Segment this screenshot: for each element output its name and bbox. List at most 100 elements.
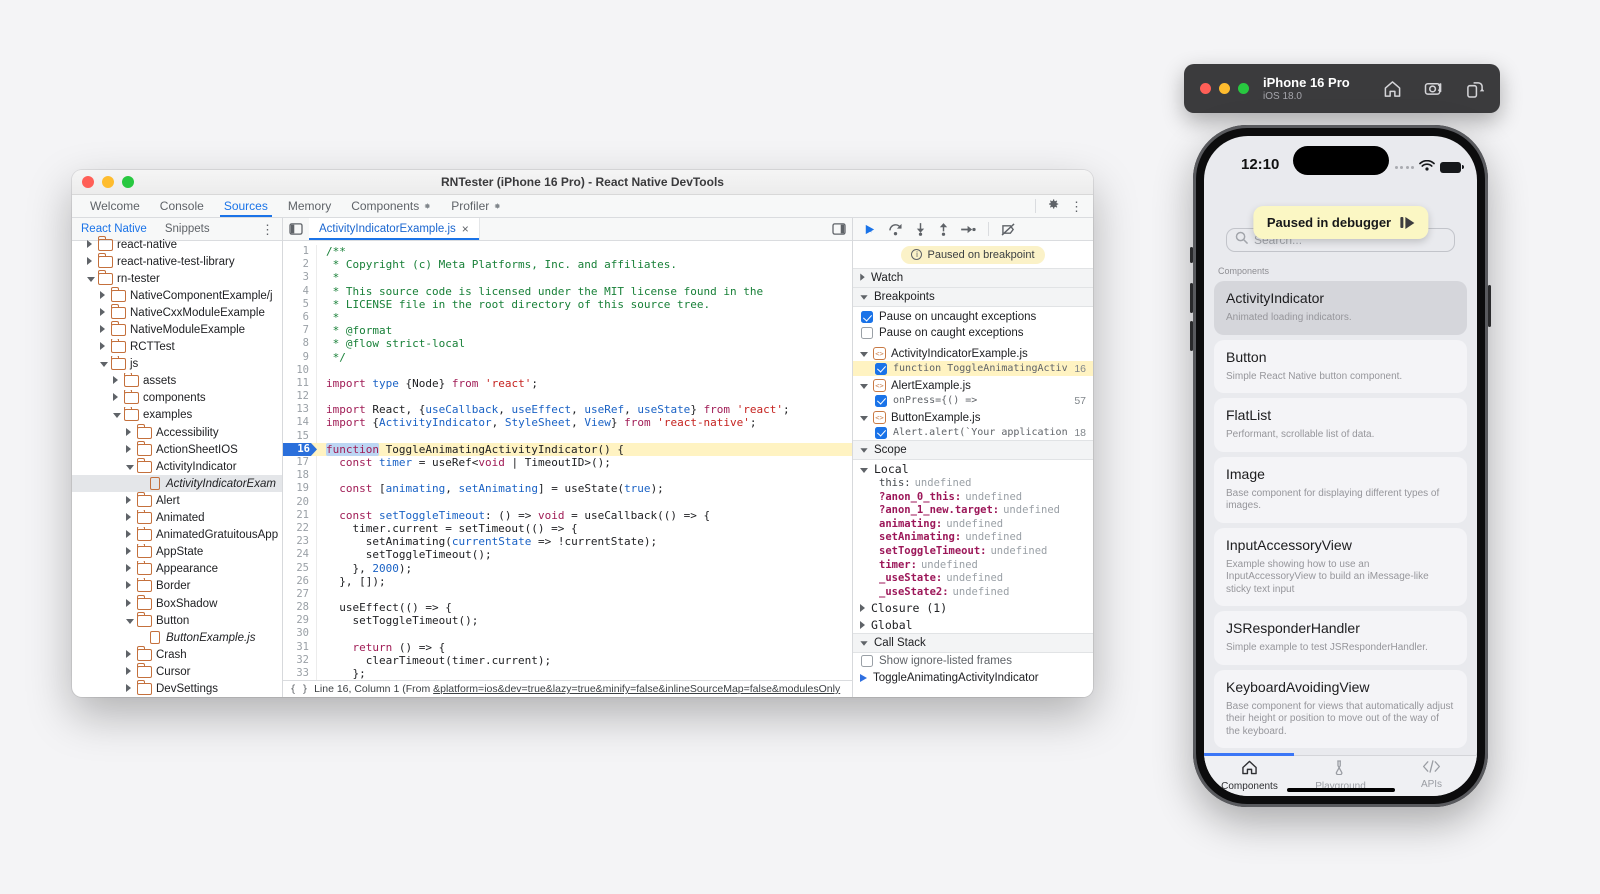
deactivate-breakpoints-icon[interactable]	[1001, 223, 1016, 236]
checkbox-checked[interactable]	[861, 311, 873, 323]
component-card-inputaccessoryview[interactable]: InputAccessoryViewExample showing how to…	[1214, 528, 1467, 607]
line-number[interactable]: 4	[283, 285, 317, 298]
tree-folder-alert[interactable]: Alert	[72, 492, 282, 509]
component-card-button[interactable]: ButtonSimple React Native button compone…	[1214, 340, 1467, 394]
settings-gear-icon[interactable]	[1046, 197, 1060, 216]
tree-folder-js[interactable]: js	[72, 356, 282, 373]
line-number[interactable]: 26	[283, 575, 317, 588]
devtools-tab-profiler[interactable]: Profiler	[441, 195, 511, 217]
line-number[interactable]: 22	[283, 522, 317, 535]
scope-closure-row[interactable]: Closure (1)	[853, 599, 1093, 616]
line-number[interactable]: 23	[283, 535, 317, 548]
resume-script-icon[interactable]	[863, 223, 876, 236]
checkbox-unchecked[interactable]	[861, 655, 873, 667]
step-icon[interactable]	[961, 224, 976, 235]
callstack-section-header[interactable]: Call Stack	[853, 633, 1093, 653]
watch-section-header[interactable]: Watch	[853, 268, 1093, 288]
breakpoint-option[interactable]: Pause on caught exceptions	[853, 325, 1093, 341]
line-number[interactable]: 28	[283, 601, 317, 614]
devtools-tab-sources[interactable]: Sources	[214, 195, 278, 217]
callstack-frame[interactable]: ToggleAnimatingActivityIndicator	[853, 669, 1093, 687]
close-file-tab-icon[interactable]: ×	[462, 222, 469, 236]
tree-folder-react-native[interactable]: react-native	[72, 236, 282, 253]
more-options-icon[interactable]: ⋮	[1070, 200, 1083, 213]
line-number[interactable]: 15	[283, 430, 317, 443]
line-number[interactable]: 24	[283, 548, 317, 561]
breakpoint-entry[interactable]: Alert.alert(`Your application…18	[853, 425, 1093, 440]
line-number[interactable]: 19	[283, 482, 317, 495]
scope-variable[interactable]: _useState:undefined	[853, 572, 1093, 586]
line-number[interactable]: 12	[283, 390, 317, 403]
tree-folder-react-native-test-library[interactable]: react-native-test-library	[72, 253, 282, 270]
sidebar-tab-snippets[interactable]: Snippets	[156, 223, 219, 235]
tree-folder-accessibility[interactable]: Accessibility	[72, 424, 282, 441]
home-button-icon[interactable]	[1383, 80, 1402, 98]
show-ignore-listed-frames-option[interactable]: Show ignore-listed frames	[853, 653, 1093, 669]
component-card-image[interactable]: ImageBase component for displaying diffe…	[1214, 457, 1467, 523]
line-number[interactable]: 5	[283, 298, 317, 311]
tree-folder-devsettings[interactable]: DevSettings	[72, 680, 282, 697]
tab-components[interactable]: Components	[1204, 760, 1295, 792]
line-number[interactable]: 10	[283, 364, 317, 377]
scope-variable[interactable]: timer:undefined	[853, 559, 1093, 573]
line-number[interactable]: 9	[283, 351, 317, 364]
line-number[interactable]: 30	[283, 627, 317, 640]
execution-line-number[interactable]: 16	[283, 443, 317, 456]
step-out-icon[interactable]	[938, 223, 949, 236]
line-number[interactable]: 11	[283, 377, 317, 390]
pretty-print-icon[interactable]: { }	[290, 684, 308, 695]
file-tab-activityindicatorexample[interactable]: ActivityIndicatorExample.js ×	[309, 218, 480, 240]
scope-variable[interactable]: _useState2:undefined	[853, 586, 1093, 600]
line-number[interactable]: 32	[283, 654, 317, 667]
tree-folder-nativecomponentexample-j[interactable]: NativeComponentExample/j	[72, 287, 282, 304]
breakpoint-entry[interactable]: onPress={() =>57	[853, 393, 1093, 408]
tree-folder-activityindicator[interactable]: ActivityIndicator	[72, 458, 282, 475]
close-window-button[interactable]	[1200, 83, 1211, 94]
tree-folder-components[interactable]: components	[72, 390, 282, 407]
line-number[interactable]: 3	[283, 271, 317, 284]
screenshot-camera-icon[interactable]	[1424, 80, 1444, 98]
code-editor[interactable]: 1/**2 * Copyright (c) Meta Platforms, In…	[283, 241, 852, 680]
scope-variable[interactable]: this:undefined	[853, 477, 1093, 491]
devtools-tab-components[interactable]: Components	[341, 195, 441, 217]
component-card-flatlist[interactable]: FlatListPerformant, scrollable list of d…	[1214, 398, 1467, 452]
devtools-tab-console[interactable]: Console	[150, 195, 214, 217]
tree-folder-border[interactable]: Border	[72, 578, 282, 595]
breakpoint-file-row[interactable]: <>ButtonExample.js	[853, 408, 1093, 425]
scope-section-header[interactable]: Scope	[853, 440, 1093, 460]
component-card-jsresponderhandler[interactable]: JSResponderHandlerSimple example to test…	[1214, 611, 1467, 665]
tree-folder-nativecxxmoduleexample[interactable]: NativeCxxModuleExample	[72, 304, 282, 321]
line-number[interactable]: 21	[283, 509, 317, 522]
scope-local-row[interactable]: Local	[853, 460, 1093, 477]
scope-variable[interactable]: setAnimating:undefined	[853, 531, 1093, 545]
line-number[interactable]: 17	[283, 456, 317, 469]
devtools-tab-welcome[interactable]: Welcome	[80, 195, 150, 217]
breakpoint-file-row[interactable]: <>AlertExample.js	[853, 376, 1093, 393]
sidebar-more-options-icon[interactable]: ⋮	[261, 223, 282, 236]
checkbox-unchecked[interactable]	[861, 327, 873, 339]
breakpoint-file-row[interactable]: <>ActivityIndicatorExample.js	[853, 344, 1093, 361]
checkbox-checked[interactable]	[875, 363, 887, 375]
tree-folder-rn-tester[interactable]: rn-tester	[72, 270, 282, 287]
breakpoint-entry[interactable]: function ToggleAnimatingActiv…16	[853, 361, 1093, 376]
resume-debugger-icon[interactable]	[1400, 217, 1414, 229]
checkbox-checked[interactable]	[875, 427, 887, 439]
tree-folder-cursor[interactable]: Cursor	[72, 663, 282, 680]
line-number[interactable]: 31	[283, 641, 317, 654]
tree-folder-boxshadow[interactable]: BoxShadow	[72, 595, 282, 612]
step-over-icon[interactable]	[888, 223, 903, 236]
tree-folder-animated[interactable]: Animated	[72, 510, 282, 527]
line-number[interactable]: 14	[283, 416, 317, 429]
line-number[interactable]: 27	[283, 588, 317, 601]
tree-folder-button[interactable]: Button	[72, 612, 282, 629]
line-number[interactable]: 33	[283, 667, 317, 680]
line-number[interactable]: 20	[283, 496, 317, 509]
tree-folder-appearance[interactable]: Appearance	[72, 561, 282, 578]
source-url-link[interactable]: &platform=ios&dev=true&lazy=true&minify=…	[433, 683, 840, 695]
tree-folder-animatedgratuitousapp[interactable]: AnimatedGratuitousApp	[72, 527, 282, 544]
tree-folder-examples[interactable]: examples	[72, 407, 282, 424]
scope-variable[interactable]: ?anon_0_this:undefined	[853, 491, 1093, 505]
line-number[interactable]: 2	[283, 258, 317, 271]
step-into-icon[interactable]	[915, 223, 926, 236]
minimize-window-button[interactable]	[1219, 83, 1230, 94]
